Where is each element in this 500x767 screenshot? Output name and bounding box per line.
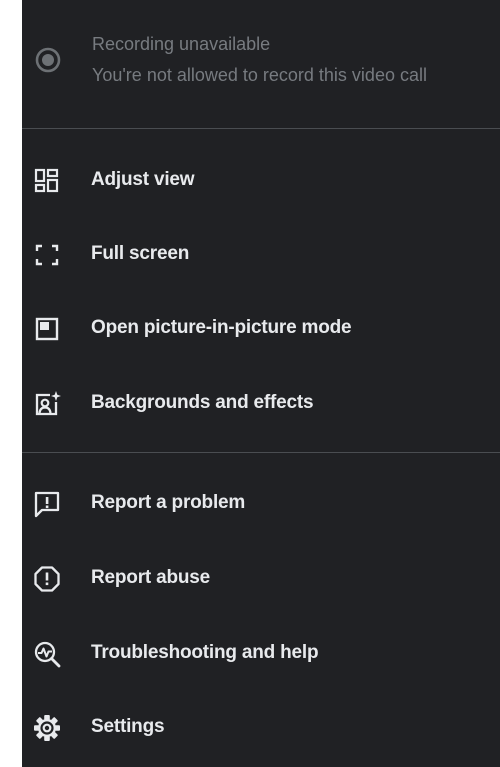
troubleshooting-label: Troubleshooting and help: [91, 642, 319, 663]
picture-in-picture-label: Open picture-in-picture mode: [91, 317, 352, 338]
picture-in-picture-item[interactable]: Open picture-in-picture mode: [22, 299, 500, 359]
record-icon: [34, 46, 62, 74]
adjust-view-item[interactable]: Adjust view: [22, 151, 500, 211]
report-abuse-icon: [32, 564, 62, 594]
report-abuse-label: Report abuse: [91, 567, 211, 588]
full-screen-item[interactable]: Full screen: [22, 225, 500, 285]
troubleshooting-item[interactable]: Troubleshooting and help: [22, 624, 500, 684]
report-abuse-item[interactable]: Report abuse: [22, 549, 500, 609]
picture-in-picture-icon: [32, 314, 62, 344]
report-problem-label: Report a problem: [91, 492, 246, 513]
overflow-menu: Recording unavailable You're not allowed…: [22, 0, 500, 767]
settings-label: Settings: [91, 716, 165, 737]
backgrounds-effects-item[interactable]: Backgrounds and effects: [22, 374, 500, 434]
adjust-view-label: Adjust view: [91, 169, 195, 190]
report-problem-item[interactable]: Report a problem: [22, 474, 500, 534]
recording-subtitle: You're not allowed to record this video …: [92, 65, 427, 85]
troubleshooting-icon: [32, 639, 62, 669]
adjust-view-icon: [32, 166, 62, 196]
backgrounds-effects-label: Backgrounds and effects: [91, 392, 314, 413]
report-problem-icon: [32, 489, 62, 519]
recording-title: Recording unavailable: [92, 34, 271, 54]
divider: [22, 452, 500, 453]
settings-icon: [32, 713, 62, 743]
backgrounds-effects-icon: [32, 389, 62, 419]
settings-item[interactable]: Settings: [22, 698, 500, 758]
fullscreen-icon: [32, 240, 62, 270]
divider: [22, 128, 500, 129]
full-screen-label: Full screen: [91, 243, 190, 264]
recording-unavailable-item: Recording unavailable You're not allowed…: [22, 0, 500, 128]
